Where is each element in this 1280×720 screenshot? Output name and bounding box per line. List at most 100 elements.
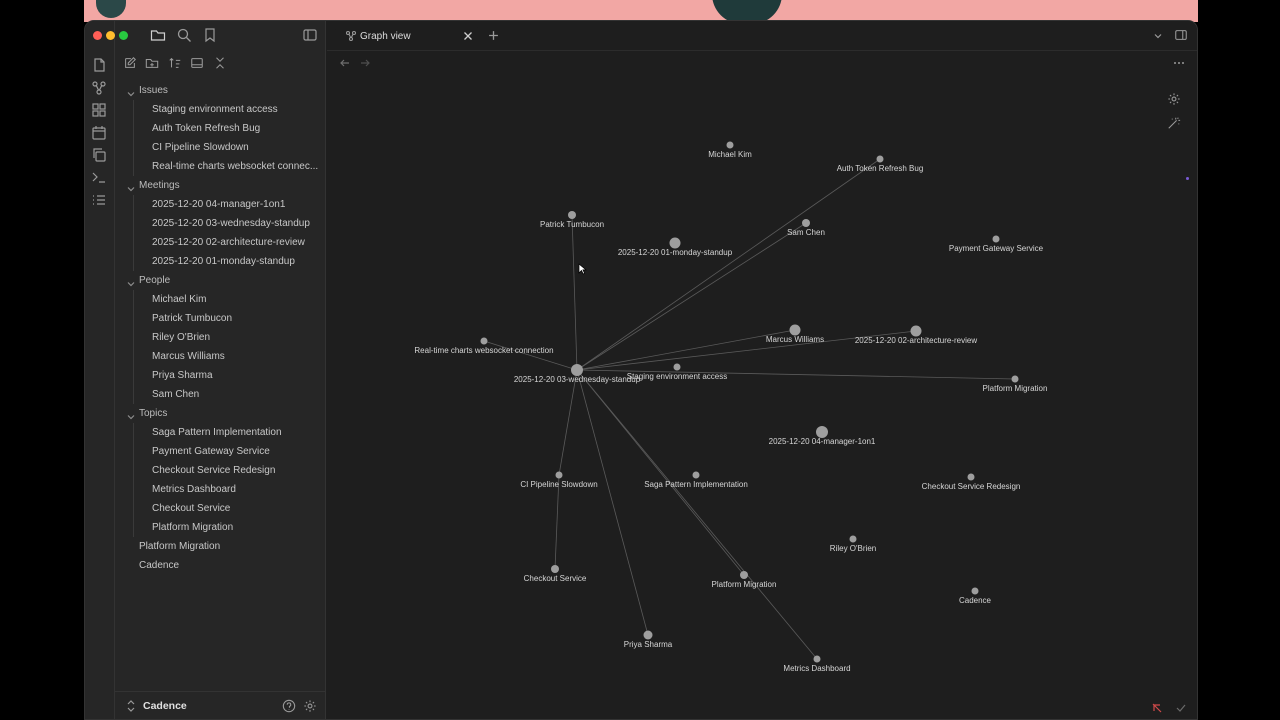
close-tab-icon[interactable] <box>463 31 473 41</box>
graph-node-dot[interactable] <box>692 471 700 479</box>
file-item[interactable]: 2025-12-20 01-monday-standup <box>152 252 322 271</box>
graph-node-dot[interactable] <box>813 655 821 663</box>
graph-node[interactable]: Checkout Service Redesign <box>922 473 1021 492</box>
file-item[interactable]: Checkout Service Redesign <box>152 461 322 480</box>
graph-node-dot[interactable] <box>967 473 975 481</box>
chevron-down-icon[interactable] <box>126 276 136 287</box>
graph-node[interactable]: Saga Pattern Implementation <box>644 471 748 490</box>
graph-node[interactable]: Michael Kim <box>708 141 752 160</box>
new-folder-icon[interactable] <box>145 56 159 70</box>
file-item[interactable]: Patrick Tumbucon <box>152 309 322 328</box>
graph-node[interactable]: Patrick Tumbucon <box>540 211 604 229</box>
file-item[interactable]: Platform Migration <box>139 537 220 556</box>
graph-node[interactable]: Auth Token Refresh Bug <box>837 155 924 174</box>
tab-title[interactable]: Graph view <box>360 27 411 46</box>
file-item[interactable]: 2025-12-20 03-wednesday-standup <box>152 214 322 233</box>
vault-name[interactable]: Cadence <box>143 697 187 716</box>
file-item[interactable]: Staging environment access <box>152 100 322 119</box>
chevron-down-icon[interactable] <box>126 409 136 420</box>
graph-node-dot[interactable] <box>669 237 681 249</box>
graph-node[interactable]: 2025-12-20 02-architecture-review <box>855 325 978 346</box>
bookmark-icon[interactable] <box>202 27 218 43</box>
graph-canvas[interactable]: Michael Kim Auth Token Refresh Bug Patrick… <box>327 51 1198 720</box>
file-item[interactable]: Saga Pattern Implementation <box>152 423 322 442</box>
graph-node-dot[interactable] <box>849 535 857 543</box>
graph-node[interactable]: Real-time charts websocket connection <box>414 337 554 356</box>
list-icon[interactable] <box>91 192 107 208</box>
file-item[interactable]: Riley O'Brien <box>152 328 322 347</box>
folder-topics[interactable]: Topics <box>139 404 167 423</box>
graph-node[interactable]: 2025-12-20 03-wednesday-standup <box>514 364 641 384</box>
sync-error-icon[interactable] <box>1151 702 1163 714</box>
file-item[interactable]: Payment Gateway Service <box>152 442 322 461</box>
chevron-down-icon[interactable] <box>126 86 136 97</box>
graph-node-dot[interactable] <box>480 337 488 345</box>
close-window-button[interactable] <box>93 31 102 40</box>
new-note-icon[interactable] <box>123 56 137 70</box>
sort-icon[interactable] <box>168 56 182 70</box>
graph-node-dot[interactable] <box>726 141 734 149</box>
file-item[interactable]: Cadence <box>139 556 179 575</box>
graph-node[interactable]: Checkout Service <box>524 565 587 583</box>
terminal-icon[interactable] <box>91 169 107 185</box>
tab-list-chevron-icon[interactable] <box>1153 31 1163 41</box>
graph-node-dot[interactable] <box>789 324 801 336</box>
settings-gear-icon[interactable] <box>303 699 317 713</box>
graph-node[interactable]: Marcus Williams <box>766 324 824 345</box>
file-item[interactable]: Metrics Dashboard <box>152 480 322 499</box>
auto-reveal-icon[interactable] <box>190 56 204 70</box>
folder-icon[interactable] <box>150 27 166 43</box>
graph-node-dot[interactable] <box>740 571 748 579</box>
collapse-all-icon[interactable] <box>213 56 227 70</box>
graph-node-dot[interactable] <box>568 211 576 219</box>
canvas-icon[interactable] <box>91 102 107 118</box>
check-icon[interactable] <box>1175 702 1187 714</box>
graph-node[interactable]: 2025-12-20 01-monday-standup <box>618 237 733 258</box>
graph-node[interactable]: Payment Gateway Service <box>949 235 1044 254</box>
file-item[interactable]: Michael Kim <box>152 290 322 309</box>
chevron-down-icon[interactable] <box>126 181 136 192</box>
graph-node-dot[interactable] <box>1011 375 1019 383</box>
graph-node-dot[interactable] <box>555 471 563 479</box>
graph-node-dot[interactable] <box>643 630 653 640</box>
calendar-icon[interactable] <box>91 125 107 141</box>
file-item[interactable]: Priya Sharma <box>152 366 322 385</box>
graph-node-dot[interactable] <box>992 235 1000 243</box>
folder-people[interactable]: People <box>139 271 170 290</box>
graph-node[interactable]: Riley O'Brien <box>830 535 876 554</box>
toggle-sidebar-icon[interactable] <box>302 27 318 43</box>
graph-node-dot[interactable] <box>551 565 559 573</box>
graph-node[interactable]: Staging environment access <box>627 363 728 382</box>
search-icon[interactable] <box>176 27 192 43</box>
help-icon[interactable] <box>282 699 296 713</box>
folder-meetings[interactable]: Meetings <box>139 176 180 195</box>
graph-node-dot[interactable] <box>971 587 979 595</box>
minimize-window-button[interactable] <box>106 31 115 40</box>
graph-node[interactable]: Metrics Dashboard <box>783 655 851 674</box>
graph-node[interactable]: Priya Sharma <box>624 630 673 650</box>
file-item[interactable]: Sam Chen <box>152 385 322 404</box>
new-tab-icon[interactable] <box>488 30 499 41</box>
maximize-window-button[interactable] <box>119 31 128 40</box>
graph-node[interactable]: Platform Migration <box>983 375 1048 394</box>
graph-node-dot[interactable] <box>673 363 681 371</box>
open-quick-switcher-icon[interactable] <box>91 57 107 73</box>
graph-node-dot[interactable] <box>910 325 922 337</box>
graph-node[interactable]: Sam Chen <box>787 219 825 237</box>
file-item[interactable]: Platform Migration <box>152 518 322 537</box>
toggle-right-sidebar-icon[interactable] <box>1174 28 1188 42</box>
graph-node[interactable]: Cadence <box>959 587 992 606</box>
file-item[interactable]: Real-time charts websocket connec... <box>152 157 322 176</box>
file-item[interactable]: CI Pipeline Slowdown <box>152 138 322 157</box>
vault-switcher-icon[interactable] <box>125 699 137 713</box>
file-item[interactable]: Auth Token Refresh Bug <box>152 119 322 138</box>
graph-node[interactable]: CI Pipeline Slowdown <box>520 471 598 490</box>
graph-node[interactable]: 2025-12-20 04-manager-1on1 <box>769 426 876 446</box>
graph-node[interactable]: Platform Migration <box>712 571 777 589</box>
graph-node-dot[interactable] <box>802 219 810 227</box>
file-item[interactable]: Marcus Williams <box>152 347 322 366</box>
file-item[interactable]: 2025-12-20 02-architecture-review <box>152 233 322 252</box>
file-item[interactable]: Checkout Service <box>152 499 322 518</box>
graph-node-dot[interactable] <box>876 155 884 163</box>
file-item[interactable]: 2025-12-20 04-manager-1on1 <box>152 195 322 214</box>
